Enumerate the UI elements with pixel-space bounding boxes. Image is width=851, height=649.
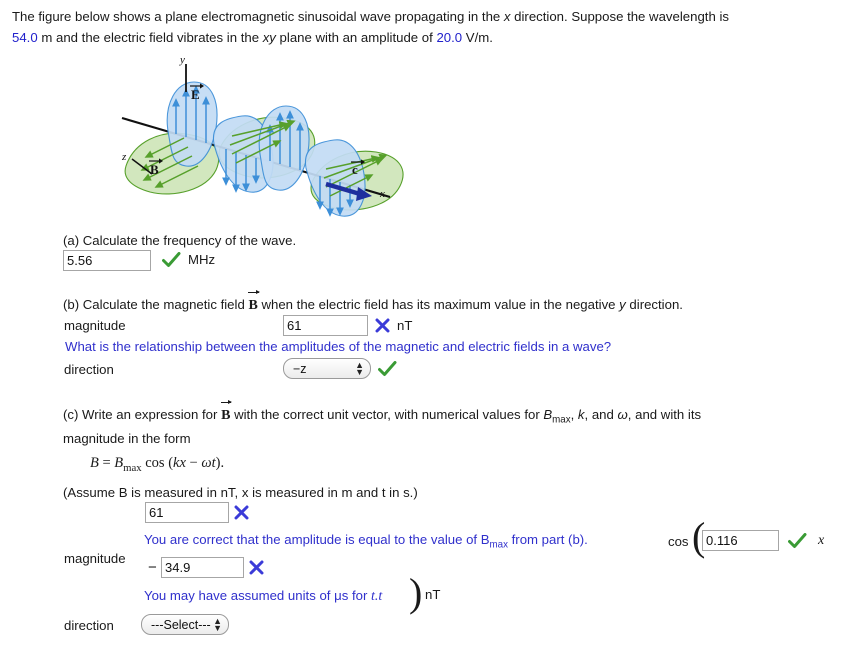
part-c-direction-value: ---Select---	[151, 617, 211, 632]
part-c-text-pre: (c) Write an expression for	[63, 407, 222, 422]
y-axis-label: y	[179, 56, 185, 66]
svg-text:B: B	[150, 162, 159, 177]
part-c-unit: nT	[425, 587, 441, 602]
part-b-magnitude-label: magnitude	[64, 318, 126, 333]
problem-text-part3: m and the electric field vibrates in the	[37, 30, 263, 45]
formula-bmax: B	[114, 455, 124, 471]
formula-kx: kx	[173, 455, 186, 471]
part-c-magnitude-label: magnitude	[64, 551, 126, 566]
part-c-bmax-sub: max	[552, 414, 571, 426]
part-c-omega-incorrect-icon	[249, 560, 264, 575]
part-b-var-y: y	[619, 297, 626, 312]
part-c-k-input[interactable]	[702, 530, 779, 551]
formula-end: ).	[215, 455, 225, 471]
part-c-text-mid: with the correct unit vector, with numer…	[230, 407, 544, 422]
part-b-vector-b: B	[248, 289, 261, 313]
svg-text:E: E	[191, 87, 200, 102]
formula-bmax-sub: max	[123, 461, 142, 474]
omega-feedback-pre: You may have assumed units of μs for	[144, 588, 372, 603]
part-b-direction-label: direction	[64, 362, 114, 377]
part-c-bmax: B	[543, 407, 553, 422]
part-c-cos-label: cos	[668, 534, 689, 549]
formula-b: B	[90, 455, 99, 471]
part-c-vector-b: B	[221, 399, 233, 423]
part-b-text-mid: when the electric field has its maximum …	[257, 297, 620, 312]
stepper-arrows-icon: ▲ ▼	[213, 615, 222, 633]
part-c-direction-label: direction	[64, 618, 114, 633]
problem-text-part2: direction. Suppose the wavelength is	[510, 9, 729, 24]
part-b-direction-value: −z	[293, 361, 307, 376]
part-c-text-and: , and	[584, 407, 618, 422]
part-c-question-line1: (c) Write an expression for B with the c…	[63, 399, 702, 430]
part-c-k: k	[577, 407, 585, 422]
amp-feedback-sub: max	[489, 539, 508, 551]
part-a-correct-icon	[162, 252, 181, 268]
problem-var-x: x	[503, 9, 511, 24]
amp-feedback-pre: You are correct that the amplitude is eq…	[144, 532, 490, 547]
x-axis-label: x	[379, 188, 385, 200]
stepper-arrows-icon: ▲ ▼	[355, 359, 364, 377]
formula-minus: −	[185, 455, 202, 471]
problem-text-part1: The figure below shows a plane electroma…	[12, 9, 504, 24]
part-a-answer-input[interactable]	[63, 250, 151, 271]
problem-text-part5: V/m.	[462, 30, 493, 45]
part-b-feedback: What is the relationship between the amp…	[65, 339, 612, 354]
part-c-omega-feedback: You may have assumed units of μs for t.t	[144, 587, 382, 606]
part-c-formula: B = Bmax cos (kx − ωt).	[90, 455, 224, 474]
part-c-minus-sign: −	[148, 559, 157, 576]
part-c-omega: ω	[617, 407, 628, 422]
svg-text:c: c	[352, 162, 358, 177]
part-c-amplitude-input[interactable]	[145, 502, 229, 523]
part-c-text-end: , and with its	[627, 407, 702, 422]
part-b-incorrect-icon	[375, 318, 390, 333]
part-c-assume-note: (Assume B is measured in nT, x is measur…	[63, 484, 418, 502]
amplitude-value: 20.0	[436, 30, 463, 45]
part-b-text-post: direction.	[625, 297, 683, 312]
part-b-magnitude-input[interactable]	[283, 315, 368, 336]
part-c-amplitude-incorrect-icon	[234, 505, 249, 520]
part-b-text-pre: (b) Calculate the magnetic field	[63, 297, 249, 312]
part-c-amplitude-feedback: You are correct that the amplitude is eq…	[144, 531, 588, 555]
part-c-direction-select[interactable]: ---Select--- ▲ ▼	[141, 614, 229, 635]
em-wave-figure: y z x E B c	[108, 56, 408, 218]
e-field-lobes	[166, 81, 366, 217]
part-b-direction-select[interactable]: −z ▲ ▼	[283, 358, 371, 379]
part-a-unit: MHz	[188, 252, 216, 267]
wavelength-value: 54.0	[12, 30, 38, 45]
problem-text-part4: plane with an amplitude of	[275, 30, 437, 45]
part-c-omega-input[interactable]	[161, 557, 244, 578]
z-axis-label: z	[121, 151, 127, 163]
omega-feedback-t: t.t	[371, 589, 383, 604]
part-b-unit: nT	[397, 318, 413, 333]
assume-text: (Assume B is measured in nT, x is measur…	[63, 485, 418, 500]
problem-var-xy: xy	[262, 30, 276, 45]
part-b-question: (b) Calculate the magnetic field B when …	[63, 289, 683, 315]
part-b-direction-correct-icon	[378, 361, 397, 377]
formula-equals: =	[98, 455, 115, 471]
formula-wt: ωt	[201, 455, 216, 471]
part-c-k-correct-icon	[788, 533, 807, 549]
problem-statement: The figure below shows a plane electroma…	[12, 6, 840, 48]
amp-feedback-post: from part (b).	[507, 532, 588, 547]
formula-cos: cos (	[141, 455, 174, 471]
part-c-k-variable: x	[818, 533, 825, 548]
close-paren: )	[409, 570, 423, 615]
part-a-question: (a) Calculate the frequency of the wave.	[63, 233, 297, 248]
part-c-text-comma: ,	[570, 407, 578, 422]
part-c-question-line2: magnitude in the form	[63, 431, 191, 446]
